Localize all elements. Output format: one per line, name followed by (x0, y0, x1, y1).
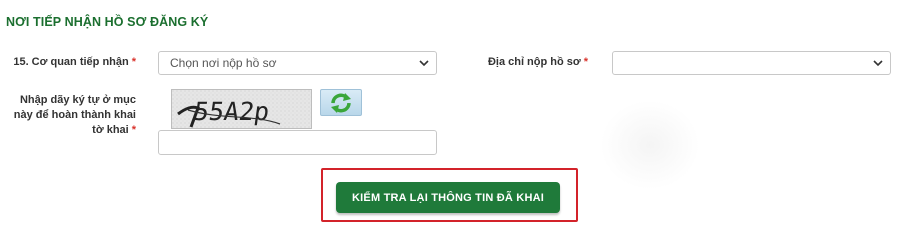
captcha-label-text: Nhập dãy ký tự ở mục này để hoàn thành k… (13, 94, 136, 136)
chevron-down-icon (873, 60, 883, 67)
captcha-refresh-button[interactable] (320, 89, 362, 116)
captcha-label: Nhập dãy ký tự ở mục này để hoàn thành k… (10, 93, 136, 138)
address-label: Địa chỉ nộp hồ sơ * (470, 55, 588, 70)
section-title: NƠI TIẾP NHẬN HỒ SƠ ĐĂNG KÝ (6, 15, 209, 29)
captcha-input[interactable] (158, 130, 437, 155)
agency-label: 15. Cơ quan tiếp nhận * (10, 55, 136, 70)
agency-select-value: Chọn nơi nộp hồ sơ (170, 56, 277, 70)
captcha-graphic: 55A2p (172, 90, 311, 128)
required-mark: * (131, 56, 136, 68)
required-mark: * (583, 56, 588, 68)
captcha-text: 55A2p (192, 97, 271, 126)
refresh-icon (331, 92, 351, 113)
registration-location-section: NƠI TIẾP NHẬN HỒ SƠ ĐĂNG KÝ 15. Cơ quan … (0, 0, 900, 242)
review-submit-button[interactable]: KIỂM TRA LẠI THÔNG TIN ĐÃ KHAI (336, 182, 560, 213)
agency-label-text: 15. Cơ quan tiếp nhận (13, 56, 129, 68)
background-decoration (600, 100, 700, 190)
agency-select[interactable]: Chọn nơi nộp hồ sơ (158, 51, 437, 75)
address-select[interactable] (612, 51, 891, 75)
required-mark: * (131, 124, 136, 136)
chevron-down-icon (419, 60, 429, 67)
address-label-text: Địa chỉ nộp hồ sơ (487, 56, 581, 68)
captcha-image: 55A2p (171, 89, 312, 129)
